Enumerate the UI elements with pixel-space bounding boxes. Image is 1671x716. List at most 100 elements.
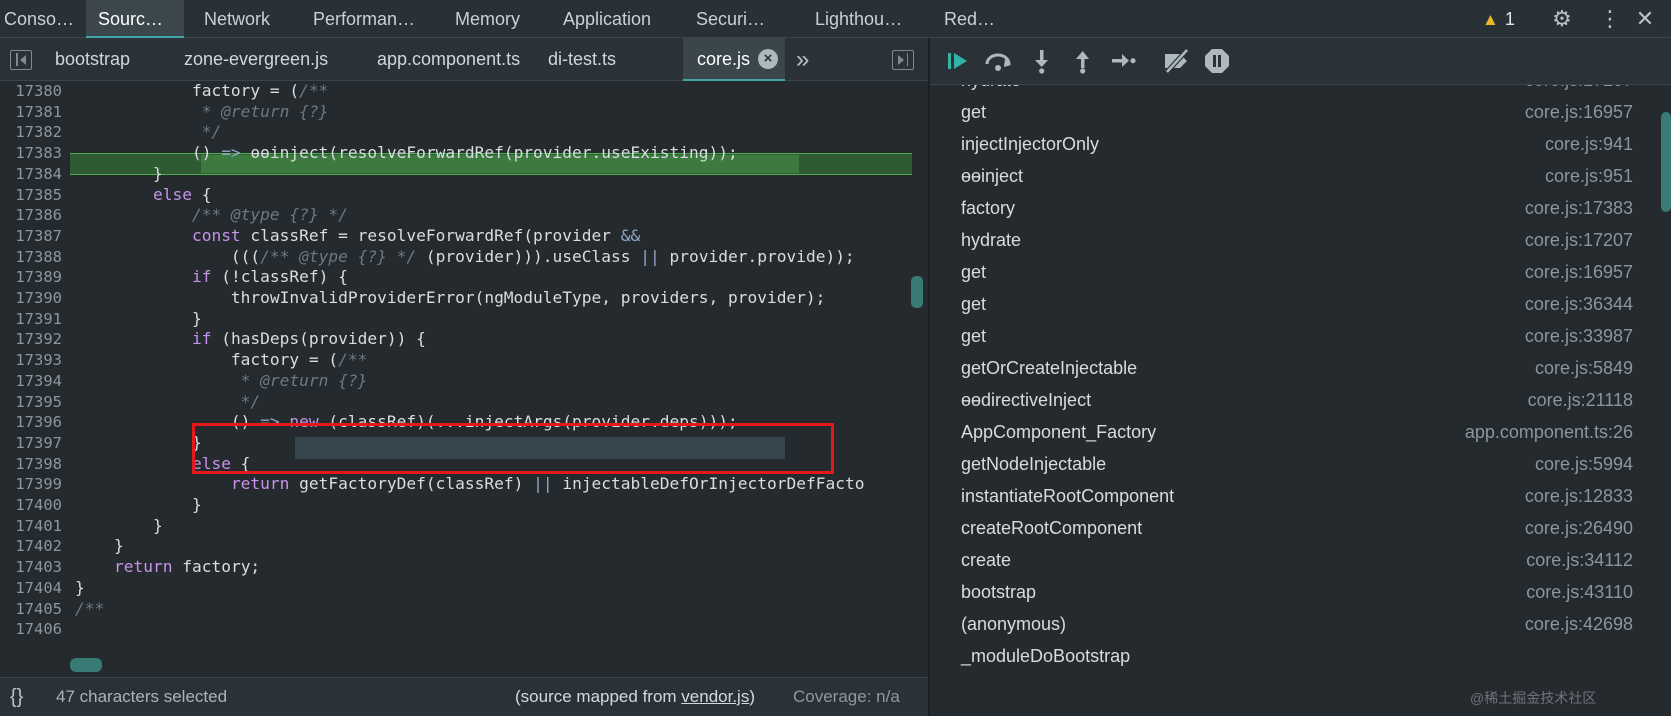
line-number[interactable]: 17380: [0, 81, 62, 102]
tab-sources[interactable]: Sourc…: [86, 0, 184, 38]
call-frame-location[interactable]: core.js:12833: [1525, 479, 1633, 513]
tab-network[interactable]: Network: [192, 0, 292, 38]
code-line[interactable]: 17385 else {: [0, 184, 928, 206]
line-number[interactable]: 17389: [0, 266, 62, 288]
tab-redux[interactable]: Red…: [932, 0, 1012, 38]
call-frame-location[interactable]: core.js:951: [1545, 159, 1633, 193]
line-number[interactable]: 17388: [0, 246, 62, 268]
pretty-print-icon[interactable]: {}: [10, 678, 23, 716]
call-frame-location[interactable]: core.js:34112: [1526, 543, 1633, 577]
line-number[interactable]: 17397: [0, 432, 62, 454]
code-line[interactable]: 17405 /**: [0, 598, 928, 620]
line-number[interactable]: 17386: [0, 204, 62, 226]
file-tab-bootstrap[interactable]: bootstrap: [41, 38, 144, 81]
step-out-icon[interactable]: [1068, 46, 1098, 76]
tab-console[interactable]: Conso…: [0, 0, 72, 38]
call-frame[interactable]: instantiateRootComponent core.js:12833: [930, 479, 1671, 513]
code-line[interactable]: 17388 (((/** @type {?} */ (provider))).u…: [0, 246, 928, 268]
code-editor[interactable]: 17380 factory = (/** 17381 * @return {?} 1…: [0, 81, 928, 677]
line-number[interactable]: 17390: [0, 287, 62, 309]
code-line[interactable]: 17394 * @return {?}: [0, 370, 928, 392]
toggle-debugger-icon[interactable]: [892, 50, 914, 70]
resume-icon[interactable]: [943, 46, 973, 76]
code-line[interactable]: 17384 }: [0, 163, 928, 185]
code-line[interactable]: 17404}: [0, 577, 928, 599]
code-line[interactable]: 17387 const classRef = resolveForwardRef…: [0, 225, 928, 247]
editor-hscrollbar[interactable]: [70, 658, 102, 672]
call-frame-location[interactable]: core.js:36344: [1525, 287, 1633, 321]
close-icon[interactable]: ✕: [1631, 0, 1659, 38]
call-frame[interactable]: getNodeInjectable core.js:5994: [930, 447, 1671, 481]
call-stack-scrollbar[interactable]: [1661, 112, 1671, 212]
line-number[interactable]: 17396: [0, 411, 62, 433]
call-frame-location[interactable]: core.js:16957: [1525, 95, 1633, 129]
line-number[interactable]: 17381: [0, 101, 62, 123]
code-line[interactable]: 17392 if (hasDeps(provider)) {: [0, 328, 928, 350]
call-frame-location[interactable]: core.js:5849: [1535, 351, 1633, 385]
file-tab-di-test[interactable]: di-test.ts: [534, 38, 630, 81]
code-line[interactable]: 17391 }: [0, 308, 928, 330]
deactivate-breakpoints-icon[interactable]: [1162, 46, 1192, 76]
tab-performance[interactable]: Performan…: [301, 0, 431, 38]
line-number[interactable]: 17398: [0, 453, 62, 475]
call-frame[interactable]: (anonymous) core.js:42698: [930, 607, 1671, 641]
tab-memory[interactable]: Memory: [443, 0, 543, 38]
more-tabs-icon[interactable]: »: [796, 38, 809, 81]
code-line[interactable]: 17399 return getFactoryDef(classRef) || …: [0, 473, 928, 495]
call-frame[interactable]: ɵɵdirectiveInject core.js:21118: [930, 383, 1671, 417]
call-frame[interactable]: create core.js:34112: [930, 543, 1671, 577]
line-number[interactable]: 17404: [0, 577, 62, 599]
file-tab-core[interactable]: core.js ×: [683, 38, 785, 81]
call-frame[interactable]: get core.js:16957: [930, 95, 1671, 129]
warnings-counter[interactable]: ▲ 1: [1482, 0, 1515, 38]
tab-lighthouse[interactable]: Lighthou…: [803, 0, 923, 38]
step-over-icon[interactable]: [983, 46, 1013, 76]
line-number[interactable]: 17391: [0, 308, 62, 330]
line-number[interactable]: 17395: [0, 391, 62, 413]
line-number[interactable]: 17399: [0, 473, 62, 495]
code-line[interactable]: 17381 * @return {?}: [0, 101, 928, 123]
call-frame[interactable]: factory core.js:17383: [930, 191, 1671, 225]
call-frame-location[interactable]: core.js:17207: [1525, 223, 1633, 257]
source-map-link[interactable]: vendor.js: [681, 687, 749, 706]
call-frame-location[interactable]: app.component.ts:26: [1465, 415, 1633, 449]
gear-icon[interactable]: ⚙: [1548, 0, 1576, 38]
call-frame-location[interactable]: core.js:5994: [1535, 447, 1633, 481]
line-number[interactable]: 17387: [0, 225, 62, 247]
line-number[interactable]: 17392: [0, 328, 62, 350]
code-line[interactable]: 17395 */: [0, 391, 928, 413]
call-frame-location[interactable]: core.js:16957: [1525, 255, 1633, 289]
line-number[interactable]: 17384: [0, 163, 62, 185]
call-frame-location[interactable]: core.js:26490: [1525, 511, 1633, 545]
call-frame[interactable]: bootstrap core.js:43110: [930, 575, 1671, 609]
call-frame-location[interactable]: core.js:42698: [1525, 607, 1633, 641]
step-into-icon[interactable]: [1027, 46, 1057, 76]
more-vert-icon[interactable]: ⋮: [1596, 0, 1624, 38]
line-number[interactable]: 17406: [0, 618, 62, 640]
line-number[interactable]: 17385: [0, 184, 62, 206]
line-number[interactable]: 17402: [0, 535, 62, 557]
call-frame[interactable]: getOrCreateInjectable core.js:5849: [930, 351, 1671, 385]
line-number[interactable]: 17393: [0, 349, 62, 371]
code-line[interactable]: 17390 throwInvalidProviderError(ngModule…: [0, 287, 928, 309]
toggle-navigator-icon[interactable]: [10, 50, 32, 70]
line-number[interactable]: 17382: [0, 121, 62, 143]
step-icon[interactable]: [1108, 46, 1138, 76]
line-number[interactable]: 17401: [0, 515, 62, 537]
call-frame-location[interactable]: core.js:43110: [1526, 575, 1633, 609]
call-frame[interactable]: ɵɵinject core.js:951: [930, 159, 1671, 193]
call-frame[interactable]: get core.js:16957: [930, 255, 1671, 289]
code-line[interactable]: 17380 factory = (/**: [0, 81, 928, 102]
tab-security[interactable]: Securi…: [684, 0, 784, 38]
pause-on-exceptions-icon[interactable]: [1202, 46, 1232, 76]
code-line[interactable]: 17382 */: [0, 121, 928, 143]
code-line[interactable]: 17402 }: [0, 535, 928, 557]
code-line[interactable]: 17393 factory = (/**: [0, 349, 928, 371]
call-frame[interactable]: createRootComponent core.js:26490: [930, 511, 1671, 545]
call-frame-location[interactable]: core.js:33987: [1525, 319, 1633, 353]
call-frame-location[interactable]: core.js:941: [1545, 127, 1633, 161]
call-frame[interactable]: get core.js:36344: [930, 287, 1671, 321]
call-frame-location[interactable]: core.js:17383: [1525, 191, 1633, 225]
code-line[interactable]: 17403 return factory;: [0, 556, 928, 578]
call-frame[interactable]: hydrate core.js:17207: [930, 223, 1671, 257]
